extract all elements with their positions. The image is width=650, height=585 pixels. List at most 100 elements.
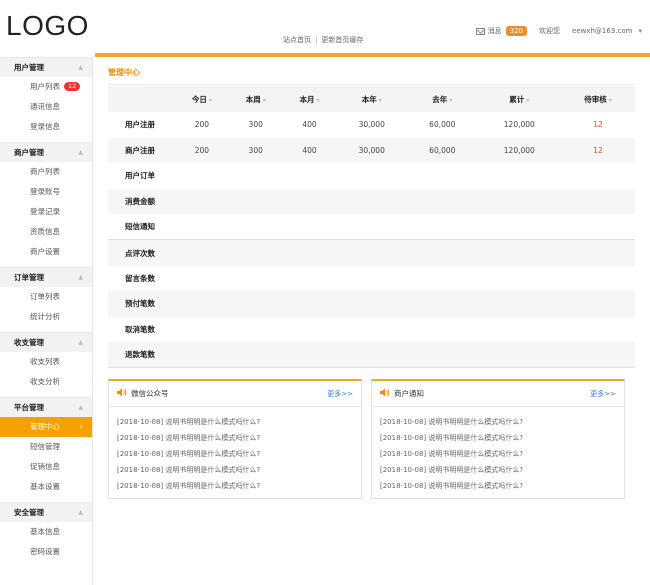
home-link[interactable]: 站点首页 — [283, 36, 311, 44]
column-header[interactable]: 本月 ▾ — [282, 86, 337, 112]
refresh-cache-link[interactable]: 更新首页缓存 — [321, 36, 363, 44]
row-label: 预付笔数 — [108, 291, 175, 317]
sort-icon[interactable]: ▾ — [609, 97, 612, 104]
caret-up-icon[interactable]: ▲ — [78, 503, 83, 523]
table-cell — [228, 342, 283, 369]
news-item[interactable]: [2018-10-08] 说明书明明是什么模式吗什么? — [117, 414, 361, 430]
header: LOGO 站点首页 | 更新首页缓存 消息 320 欢迎您 eewxh@163.co… — [0, 0, 650, 55]
logo[interactable]: LOGO — [6, 10, 89, 42]
sidebar-item-label: 资质信息 — [30, 227, 60, 236]
table-cell: 30,000 — [358, 120, 385, 130]
table-cell — [282, 291, 337, 317]
caret-up-icon[interactable]: ▲ — [78, 333, 83, 353]
sort-icon[interactable]: ▾ — [263, 97, 266, 104]
table-cell: 120,000 — [503, 120, 535, 130]
sidebar-item[interactable]: 订单列表 — [0, 287, 92, 307]
table-row: 短信通知 — [108, 214, 635, 240]
sidebar-item[interactable]: 密码设置 — [0, 542, 92, 562]
caret-up-icon[interactable]: ▲ — [78, 143, 83, 163]
chevron-down-icon[interactable]: ▾ — [638, 27, 642, 35]
sort-icon[interactable]: ▾ — [379, 97, 382, 104]
sort-icon[interactable]: ▾ — [317, 97, 320, 104]
sidebar-item[interactable]: 登录信息 — [0, 117, 92, 137]
sidebar-item[interactable]: 用户列表 12 — [0, 77, 92, 97]
mail-icon[interactable] — [475, 27, 485, 35]
news-item[interactable]: [2018-10-08] 说明书明明是什么模式吗什么? — [117, 478, 361, 494]
table-cell — [407, 163, 478, 189]
table-cell — [228, 188, 283, 215]
messages-count-badge[interactable]: 320 — [505, 26, 528, 36]
sidebar-item[interactable]: 通讯信息 — [0, 97, 92, 117]
sidebar-item[interactable]: 统计分析 — [0, 307, 92, 327]
column-header[interactable]: 本年 ▾ — [336, 86, 408, 112]
header-accent-line — [95, 53, 650, 57]
sidebar-group-title[interactable]: 安全管理 ▲ — [0, 502, 92, 522]
column-header[interactable]: 今日 ▾ — [175, 86, 229, 112]
column-header[interactable]: 去年 ▾ — [407, 86, 478, 112]
sidebar-item-label: 商户设置 — [30, 247, 60, 256]
news-item[interactable]: [2018-10-08] 说明书明明是什么模式吗什么? — [380, 446, 624, 462]
pending-count[interactable]: 12 — [561, 112, 635, 138]
messages-link[interactable]: 消息 — [488, 26, 502, 36]
sidebar-group-title[interactable]: 收支管理 ▲ — [0, 332, 92, 352]
row-label: 留言条数 — [125, 273, 155, 283]
sidebar-group-title[interactable]: 订单管理 ▲ — [0, 267, 92, 287]
pending-count — [560, 188, 635, 215]
sidebar-item[interactable]: 促销信息 — [0, 457, 92, 477]
table-cell — [229, 163, 283, 189]
news-item[interactable]: [2018-10-08] 说明书明明是什么模式吗什么? — [117, 446, 361, 462]
sidebar-item-label: 收支分析 — [30, 377, 60, 386]
table-cell — [283, 214, 337, 240]
pending-count — [561, 266, 635, 292]
caret-up-icon[interactable]: ▲ — [78, 58, 83, 78]
sidebar-item[interactable]: 资质信息 — [0, 222, 92, 242]
row-label: 用户注册 — [125, 120, 155, 130]
news-item[interactable]: [2018-10-08] 说明书明明是什么模式吗什么? — [380, 478, 624, 494]
table-cell — [478, 266, 561, 292]
row-label: 消费金额 — [108, 188, 175, 215]
table-cell — [477, 239, 561, 266]
sidebar-item[interactable]: 基本设置 — [0, 477, 92, 497]
sidebar-item[interactable]: 登录记录 — [0, 202, 92, 222]
news-item[interactable]: [2018-10-08] 说明书明明是什么模式吗什么? — [380, 430, 624, 446]
sidebar-group-title[interactable]: 商户管理 ▲ — [0, 142, 92, 162]
sidebar-item[interactable]: 基本信息 — [0, 522, 92, 542]
caret-up-icon[interactable]: ▲ — [78, 268, 83, 288]
column-header[interactable]: 本周 ▾ — [228, 86, 283, 112]
news-item[interactable]: [2018-10-08] 说明书明明是什么模式吗什么? — [117, 462, 361, 478]
news-item[interactable]: [2018-10-08] 说明书明明是什么模式吗什么? — [380, 462, 624, 478]
sidebar-item[interactable]: 商户列表 — [0, 162, 92, 182]
sidebar-item[interactable]: 短信管理 — [0, 437, 92, 457]
sidebar-item-label: 登录账号 — [30, 187, 60, 196]
sidebar-group-title[interactable]: 用户管理 ▲ — [0, 57, 92, 77]
more-link[interactable]: 更多>> — [327, 381, 353, 407]
news-item[interactable]: [2018-10-08] 说明书明明是什么模式吗什么? — [117, 430, 361, 446]
table-cell: 200 — [194, 120, 210, 130]
user-menu[interactable]: eewxh@163.com — [572, 27, 632, 35]
sidebar-group-title[interactable]: 平台管理 ▲ — [0, 397, 92, 417]
column-header[interactable]: 待审核 ▾ — [560, 86, 635, 112]
table-cell: 60,000 — [429, 120, 456, 130]
caret-up-icon[interactable]: ▲ — [78, 398, 83, 418]
table-cell — [336, 188, 408, 215]
pending-count[interactable]: 12 — [560, 137, 635, 164]
table-cell — [477, 291, 561, 317]
table-cell — [478, 317, 561, 343]
more-link[interactable]: 更多>> — [590, 381, 616, 407]
sidebar-item[interactable]: 管理中心 › — [0, 417, 92, 437]
sort-icon[interactable]: ▾ — [526, 97, 529, 104]
stats-table: 今日 ▾ 本周 ▾ 本月 ▾ 本年 ▾ 去年 ▾ 累计 ▾ 待审核 ▾ 用户注册 200 300 400 30,0… — [108, 86, 635, 369]
sidebar-item[interactable]: 收支分析 — [0, 372, 92, 392]
sidebar-group-label: 订单管理 — [14, 273, 44, 282]
sidebar-item[interactable]: 收支列表 — [0, 352, 92, 372]
column-header-label: 待审核 — [584, 94, 607, 104]
sort-icon[interactable]: ▾ — [209, 97, 212, 104]
table-cell — [407, 317, 478, 343]
news-item[interactable]: [2018-10-08] 说明书明明是什么模式吗什么? — [380, 414, 624, 430]
sidebar-item[interactable]: 商户设置 — [0, 242, 92, 262]
count-badge: 12 — [64, 82, 81, 91]
column-header[interactable]: 累计 ▾ — [477, 86, 561, 112]
panel-title: 商户通知 — [394, 389, 424, 398]
sort-icon[interactable]: ▾ — [449, 97, 452, 104]
sidebar-item[interactable]: 登录账号 — [0, 182, 92, 202]
